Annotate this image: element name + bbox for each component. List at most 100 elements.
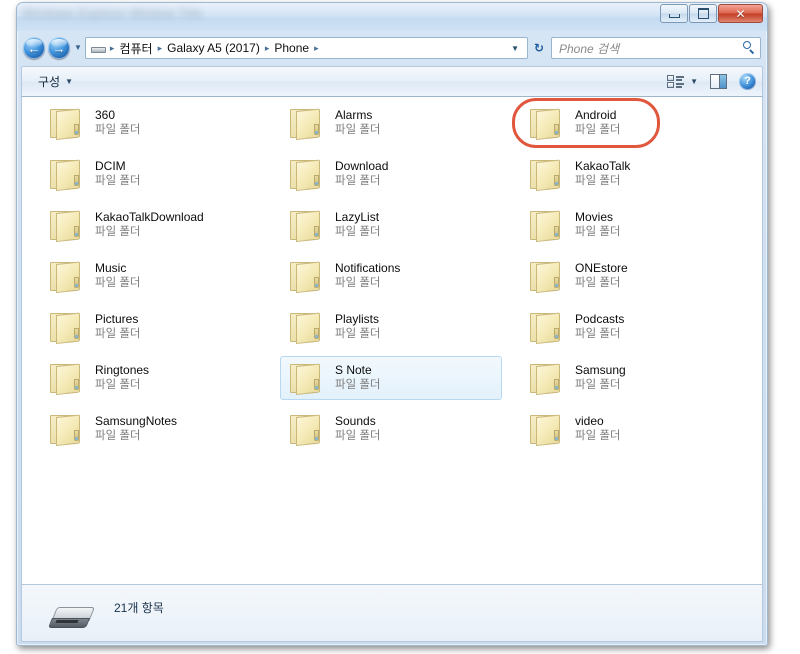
folder-icon <box>47 413 85 446</box>
forward-arrow-icon: → <box>52 40 66 56</box>
file-list-item[interactable]: Ringtones 파일 폴더 <box>40 356 262 400</box>
help-label: ? <box>744 75 751 87</box>
file-item-labels: KakaoTalk 파일 폴더 <box>575 159 741 189</box>
file-list-view[interactable]: 360 파일 폴더 Alarms 파일 폴더 Android 파일 폴더 DCIM 파일 폴더… <box>21 97 763 584</box>
file-list-item[interactable]: Pictures 파일 폴더 <box>40 305 262 349</box>
help-icon[interactable]: ? <box>739 73 756 90</box>
item-count-label: 21개 항목 <box>114 601 164 615</box>
folder-icon <box>527 311 565 344</box>
breadcrumb-item-computer[interactable]: 컴퓨터 <box>118 40 153 57</box>
file-item-type: 파일 폴더 <box>575 379 621 391</box>
minimize-button[interactable] <box>660 4 688 23</box>
file-item-name: KakaoTalkDownload <box>95 210 204 224</box>
file-item-name: S Note <box>335 363 372 377</box>
file-list-item[interactable]: Music 파일 폴더 <box>40 254 262 298</box>
file-item-type: 파일 폴더 <box>335 124 381 136</box>
file-item-labels: Music 파일 폴더 <box>95 261 261 291</box>
explorer-window: Windows Explorer Window Title ✕ ← → ▼ ▸ … <box>16 2 768 646</box>
organize-button[interactable]: 구성 ▼ <box>32 70 79 93</box>
view-chevron-down-icon[interactable]: ▼ <box>690 77 698 86</box>
back-button[interactable]: ← <box>23 37 45 59</box>
history-caret-icon[interactable]: ▼ <box>74 44 82 52</box>
file-list-item[interactable]: Sounds 파일 폴더 <box>280 407 502 451</box>
file-item-type: 파일 폴더 <box>95 226 141 238</box>
file-item-name: Download <box>335 159 389 173</box>
computer-icon <box>90 42 106 55</box>
file-list-item[interactable]: KakaoTalk 파일 폴더 <box>520 152 742 196</box>
command-toolbar: 구성 ▼ ▼ ? <box>21 66 763 97</box>
file-list-item[interactable]: Download 파일 폴더 <box>280 152 502 196</box>
file-item-labels: ONEstore 파일 폴더 <box>575 261 741 291</box>
file-item-labels: Download 파일 폴더 <box>335 159 501 189</box>
file-list-item[interactable]: DCIM 파일 폴더 <box>40 152 262 196</box>
file-list-item[interactable]: 360 파일 폴더 <box>40 101 262 145</box>
file-list-item[interactable]: Android 파일 폴더 <box>520 101 742 145</box>
file-list-item[interactable]: SamsungNotes 파일 폴더 <box>40 407 262 451</box>
file-item-type: 파일 폴더 <box>335 277 381 289</box>
file-item-labels: Sounds 파일 폴더 <box>335 414 501 444</box>
folder-icon <box>47 311 85 344</box>
file-item-labels: 360 파일 폴더 <box>95 108 261 138</box>
refresh-button[interactable]: ↻ <box>529 37 549 59</box>
file-list-item[interactable]: Samsung 파일 폴더 <box>520 356 742 400</box>
breadcrumb-separator: ▸ <box>314 42 319 53</box>
file-item-name: Ringtones <box>95 363 150 377</box>
breadcrumb-separator: ▸ <box>264 42 270 53</box>
window-controls: ✕ <box>659 4 763 23</box>
file-list-item[interactable]: Playlists 파일 폴더 <box>280 305 502 349</box>
folder-icon <box>287 209 325 242</box>
address-dropdown-icon[interactable]: ▼ <box>503 44 525 53</box>
breadcrumb-separator: ▸ <box>109 42 115 53</box>
organize-label: 구성 <box>38 75 61 89</box>
file-item-labels: Movies 파일 폴더 <box>575 210 741 240</box>
title-bar[interactable]: Windows Explorer Window Title ✕ <box>17 3 767 31</box>
chevron-down-icon: ▼ <box>65 76 74 86</box>
view-options-icon[interactable] <box>667 74 685 89</box>
file-list-item[interactable]: video 파일 폴더 <box>520 407 742 451</box>
folder-icon <box>287 362 325 395</box>
file-item-type: 파일 폴더 <box>575 277 621 289</box>
breadcrumb-item-phone[interactable]: Phone <box>273 41 310 55</box>
search-box[interactable]: Phone 검색 <box>551 37 761 59</box>
file-item-type: 파일 폴더 <box>575 430 621 442</box>
folder-icon <box>287 311 325 344</box>
search-input[interactable]: Phone 검색 <box>559 40 742 57</box>
file-list-item[interactable]: Movies 파일 폴더 <box>520 203 742 247</box>
file-item-type: 파일 폴더 <box>95 124 141 136</box>
folder-icon <box>527 362 565 395</box>
file-list-item[interactable]: Notifications 파일 폴더 <box>280 254 502 298</box>
file-list-item[interactable]: LazyList 파일 폴더 <box>280 203 502 247</box>
maximize-button[interactable] <box>689 4 717 23</box>
file-item-labels: Alarms 파일 폴더 <box>335 108 501 138</box>
folder-icon <box>47 107 85 140</box>
close-icon: ✕ <box>735 6 746 21</box>
file-item-name: Android <box>575 108 617 122</box>
file-list-item[interactable]: KakaoTalkDownload 파일 폴더 <box>40 203 262 247</box>
file-item-labels: Pictures 파일 폴더 <box>95 312 261 342</box>
window-title: Windows Explorer Window Title <box>23 6 203 20</box>
preview-pane-icon[interactable] <box>710 74 727 89</box>
file-item-name: Alarms <box>335 108 373 122</box>
file-item-type: 파일 폴더 <box>335 328 381 340</box>
file-item-name: Movies <box>575 210 614 224</box>
address-bar[interactable]: ▸ 컴퓨터 ▸ Galaxy A5 (2017) ▸ Phone ▸ ▼ <box>84 37 528 59</box>
file-item-name: LazyList <box>335 210 380 224</box>
file-item-type: 파일 폴더 <box>95 328 141 340</box>
file-list-item[interactable]: Podcasts 파일 폴더 <box>520 305 742 349</box>
file-list-item[interactable]: S Note 파일 폴더 <box>280 356 502 400</box>
file-item-name: KakaoTalk <box>575 159 631 173</box>
file-item-name: Sounds <box>335 414 376 428</box>
forward-button[interactable]: → <box>48 37 70 59</box>
file-list-item[interactable]: ONEstore 파일 폴더 <box>520 254 742 298</box>
file-item-type: 파일 폴더 <box>575 175 621 187</box>
close-button[interactable]: ✕ <box>718 4 763 23</box>
breadcrumb-item-device[interactable]: Galaxy A5 (2017) <box>166 41 261 55</box>
file-item-name: Notifications <box>335 261 401 275</box>
file-item-type: 파일 폴더 <box>575 124 621 136</box>
file-item-labels: video 파일 폴더 <box>575 414 741 444</box>
file-item-name: Podcasts <box>575 312 625 326</box>
minimize-icon <box>661 5 687 22</box>
file-item-name: SamsungNotes <box>95 414 178 428</box>
file-list-item[interactable]: Alarms 파일 폴더 <box>280 101 502 145</box>
file-item-type: 파일 폴더 <box>95 379 141 391</box>
